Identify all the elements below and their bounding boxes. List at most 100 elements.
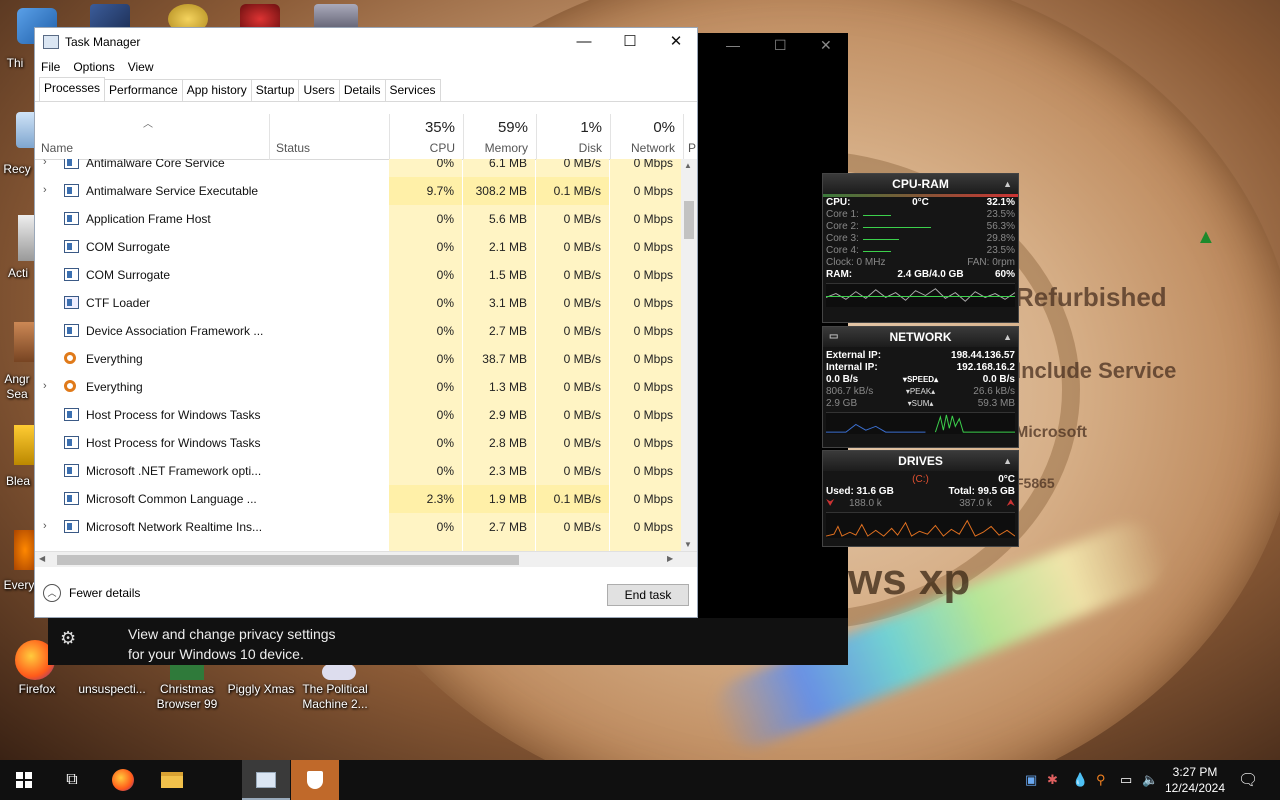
column-name[interactable]: ︿ Name (35, 114, 269, 160)
process-memory: 2.8 MB (463, 429, 535, 457)
table-row[interactable]: › Everything 0% 1.3 MB 0 MB/s 0 Mbps (35, 373, 681, 401)
taskbar-task-manager[interactable] (242, 760, 290, 800)
taskbar-firefox[interactable] (99, 760, 147, 800)
tray-app-icon[interactable]: ✱ (1047, 772, 1058, 788)
tray-drop-icon[interactable]: 💧 (1072, 772, 1088, 788)
process-cpu: 0% (389, 205, 462, 233)
scroll-right-icon[interactable]: ▶ (667, 554, 673, 563)
core-line: Core 1: 23.5% (823, 209, 1018, 221)
column-network[interactable]: 0% Network (610, 114, 683, 160)
speed-line: 0.0 B/s ▾SPEED▴ 0.0 B/s (823, 374, 1018, 386)
maximize-icon[interactable]: ☐ (774, 37, 787, 54)
table-row[interactable]: › Microsoft Network Realtime Ins... 0% 2.7 … (35, 513, 681, 541)
tab-processes[interactable]: Processes (39, 77, 106, 101)
scroll-up-icon[interactable]: ▲ (684, 161, 692, 170)
desktop-icon-piggly-label[interactable]: Piggly Xmas (224, 682, 298, 697)
scroll-down-icon[interactable]: ▼ (684, 540, 692, 549)
tab-app-history[interactable]: App history (181, 79, 252, 101)
political-machine-icon[interactable] (322, 664, 356, 680)
scroll-left-icon[interactable]: ◀ (39, 554, 45, 563)
start-button[interactable] (0, 760, 48, 800)
tab-startup[interactable]: Startup (250, 79, 300, 101)
taskbar-security[interactable] (291, 760, 339, 800)
horizontal-scrollbar[interactable]: ◀ ▶ (35, 551, 697, 567)
table-row[interactable]: Host Process for Windows Tasks 0% 2.8 MB 0 … (35, 429, 681, 457)
drives-gadget[interactable]: DRIVES ▲ (C:) 0°C Used: 31.6 GB Total: 99… (822, 450, 1019, 547)
maximize-button[interactable]: ☐ (607, 28, 653, 56)
desktop-icon-unsuspecting-label[interactable]: unsuspecti... (75, 682, 149, 697)
menu-view[interactable]: View (128, 60, 154, 74)
process-memory: 308.2 MB (463, 177, 535, 205)
desktop-icon-christmas-browser-label[interactable]: Christmas Browser 99 (150, 682, 224, 712)
desktop-icon-angry-label[interactable]: Angr Sea (0, 372, 34, 402)
horizontal-scroll-thumb[interactable] (57, 555, 519, 565)
desktop-icon-everything-label[interactable]: Every (0, 578, 38, 593)
table-row[interactable]: Host Process for Windows Tasks 0% 2.9 MB 0 … (35, 401, 681, 429)
title-bar[interactable]: Task Manager — ☐ ✕ (35, 28, 697, 56)
table-row[interactable]: COM Surrogate 0% 2.1 MB 0 MB/s 0 Mbps (35, 233, 681, 261)
vertical-scroll-thumb[interactable] (684, 201, 694, 239)
table-row[interactable]: COM Surrogate 0% 1.5 MB 0 MB/s 0 Mbps (35, 261, 681, 289)
table-row[interactable]: Everything 0% 38.7 MB 0 MB/s 0 Mbps (35, 345, 681, 373)
tab-services[interactable]: Services (384, 79, 441, 101)
expand-chevron-icon[interactable]: › (43, 159, 47, 168)
menu-options[interactable]: Options (73, 60, 114, 74)
christmas-browser-icon[interactable] (170, 664, 204, 680)
minimize-button[interactable]: — (561, 28, 607, 56)
menu-file[interactable]: File (41, 60, 60, 74)
table-row[interactable]: › Antimalware Core Service 0% 6.1 MB 0 MB/s 0… (35, 159, 681, 177)
expand-chevron-icon[interactable]: › (43, 380, 47, 392)
task-manager-window[interactable]: Task Manager — ☐ ✕ File Options View Pro… (34, 27, 698, 618)
desktop-icon-activate-label[interactable]: Acti (0, 266, 36, 281)
system-clock[interactable]: 3:27 PM 12/24/2024 (1163, 764, 1227, 796)
process-network: 0 Mbps (610, 457, 681, 485)
close-icon[interactable]: ✕ (820, 37, 832, 54)
tab-users[interactable]: Users (298, 79, 340, 101)
column-status[interactable]: Status (269, 114, 389, 160)
fewer-details-button[interactable]: ︿ Fewer details (43, 584, 140, 602)
notification-icon[interactable]: 🗨 (1238, 770, 1258, 790)
process-network: 0 Mbps (610, 317, 681, 345)
task-view-button[interactable]: ⧉ (48, 760, 96, 800)
column-disk[interactable]: 1% Disk (536, 114, 610, 160)
process-cpu: 0% (389, 513, 462, 541)
tray-monitor-icon[interactable]: ▣ (1025, 772, 1037, 788)
vertical-scrollbar[interactable]: ▲ ▼ (681, 159, 697, 551)
table-row[interactable]: CTF Loader 0% 3.1 MB 0 MB/s 0 Mbps (35, 289, 681, 317)
expand-chevron-icon[interactable]: › (43, 184, 47, 196)
desktop-icon-political-label[interactable]: The Political Machine 2... (298, 682, 372, 712)
expand-chevron-icon[interactable]: › (43, 520, 47, 532)
tab-details[interactable]: Details (338, 79, 386, 101)
table-row[interactable]: Application Frame Host 0% 5.6 MB 0 MB/s 0 Mb… (35, 205, 681, 233)
bleach-icon[interactable] (14, 425, 36, 465)
table-row[interactable]: › Antimalware Service Executable 9.7% 308.2… (35, 177, 681, 205)
taskbar-file-explorer[interactable] (148, 760, 196, 800)
column-cpu[interactable]: 35% CPU (389, 114, 463, 160)
collapse-icon[interactable]: ▲ (1003, 451, 1012, 471)
network-gadget[interactable]: ▭ NETWORK ▲ External IP: 198.44.136.57 Int… (822, 326, 1019, 448)
column-memory[interactable]: 59% Memory (463, 114, 536, 160)
table-row[interactable]: Device Association Framework ... 0% 2.7 MB… (35, 317, 681, 345)
desktop-icon-this-pc-label[interactable]: Thi (0, 56, 30, 71)
close-button[interactable]: ✕ (653, 28, 699, 56)
end-task-button[interactable]: End task (607, 584, 689, 606)
collapse-icon[interactable]: ▲ (1003, 174, 1012, 194)
desktop-icon-bleach-label[interactable]: Blea (0, 474, 36, 489)
collapse-icon[interactable]: ▲ (1003, 327, 1012, 347)
tab-performance[interactable]: Performance (104, 79, 183, 101)
table-row-partial[interactable] (35, 541, 681, 551)
table-row[interactable]: Microsoft Common Language ... 2.3% 1.9 MB 0… (35, 485, 681, 513)
process-name: Antimalware Core Service (86, 159, 225, 170)
desktop-icon-firefox-label[interactable]: Firefox (0, 682, 74, 697)
cpu-ram-gadget[interactable]: CPU-RAM ▲ CPU: 0°C 32.1% Core 1: 23.5% Core… (822, 173, 1019, 323)
column-power[interactable]: P (683, 114, 697, 160)
angry-icon[interactable] (14, 322, 36, 362)
table-row[interactable]: Microsoft .NET Framework opti... 0% 2.3 MB… (35, 457, 681, 485)
network-icon[interactable]: ▭ (1120, 772, 1132, 788)
privacy-notification[interactable]: ⚙ View and change privacy settings for y… (48, 618, 848, 665)
everything-desktop-icon[interactable] (14, 530, 36, 570)
tray-search-icon[interactable]: ⚲ (1096, 772, 1106, 788)
volume-icon[interactable]: 🔈 (1142, 772, 1158, 788)
minimize-icon[interactable]: — (726, 37, 740, 53)
desktop-icon-recycle-label[interactable]: Recy (0, 162, 34, 177)
